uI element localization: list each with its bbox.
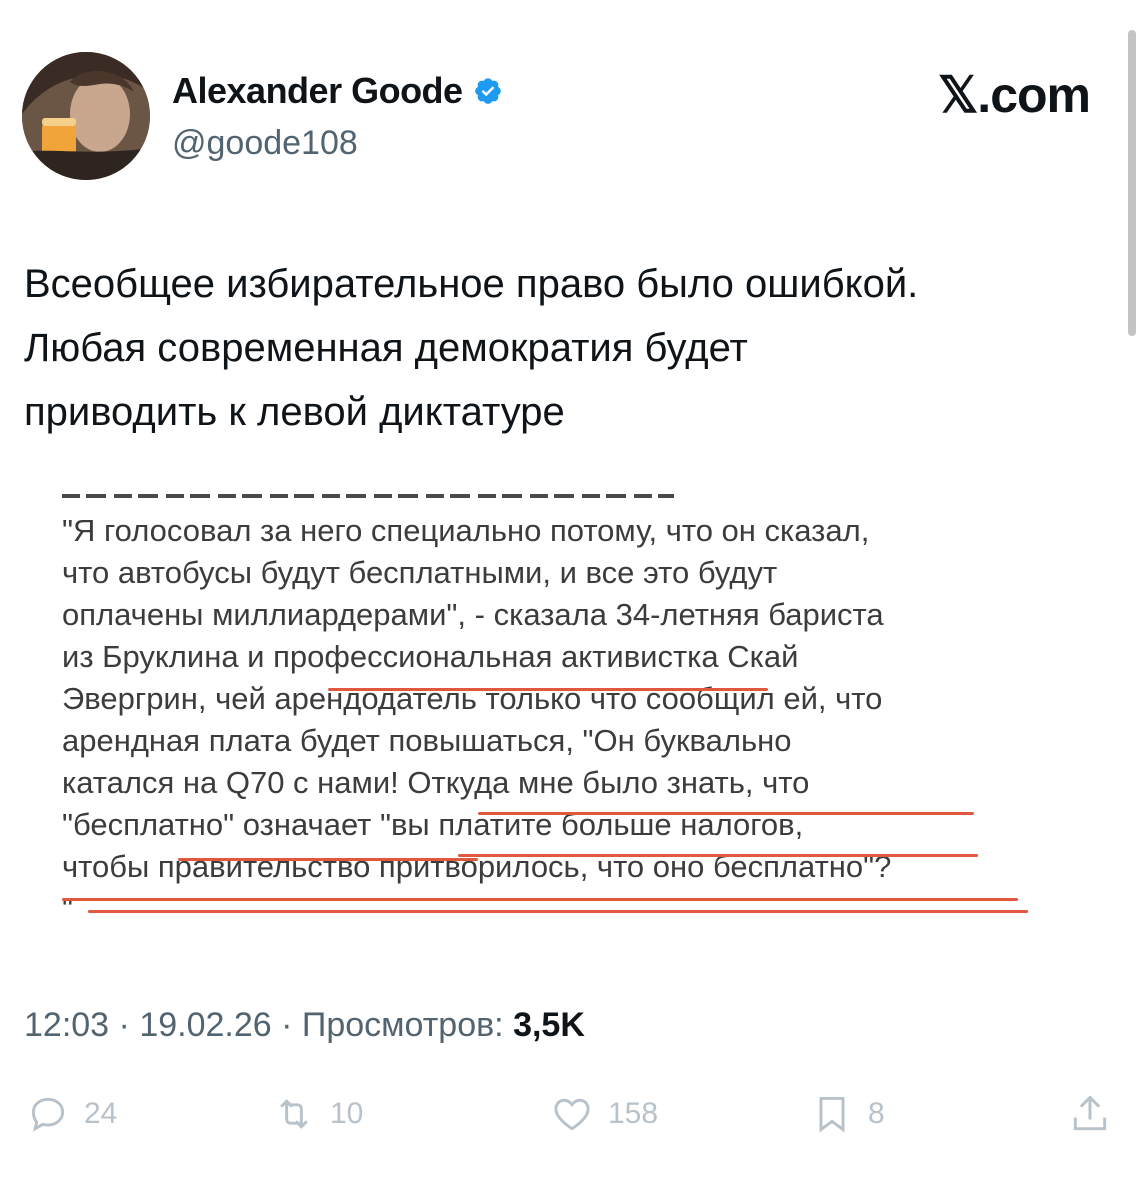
tweet-action-bar: 24 10 158 8 <box>0 1092 1142 1152</box>
red-underline <box>328 688 768 691</box>
x-logo: 𝕏.com <box>938 67 1091 123</box>
image-text-line: что автобусы будут бесплатными, и все эт… <box>62 555 778 590</box>
author-handle[interactable]: @goode108 <box>172 124 358 163</box>
bookmark-count: 8 <box>868 1097 885 1130</box>
image-text-line: катался на Q70 с нами! Откуда мне было з… <box>62 765 810 800</box>
cropped-text-line <box>62 488 674 500</box>
verified-badge-icon <box>474 78 501 104</box>
image-text-line: из Бруклина и профессиональная активистк… <box>62 639 799 674</box>
reply-count: 24 <box>84 1097 118 1130</box>
image-text-line: " <box>62 891 74 926</box>
scrollbar[interactable] <box>1128 30 1136 336</box>
share-button[interactable] <box>1068 1092 1112 1136</box>
author-name[interactable]: Alexander Goode <box>172 70 503 112</box>
like-count: 158 <box>608 1097 659 1130</box>
attached-image[interactable]: "Я голосовал за него специально потому, … <box>38 478 1098 948</box>
repost-count: 10 <box>330 1097 364 1130</box>
views-count: 3,5K <box>513 1006 585 1044</box>
red-underline <box>62 898 1018 901</box>
tweet-metadata: 12:03 · 19.02.26 · Просмотров: 3,5K <box>24 1006 585 1045</box>
author-avatar[interactable] <box>22 52 150 180</box>
image-text-line: оплачены миллиардерами", - сказала 34-ле… <box>62 597 884 632</box>
tweet-text-line: Любая современная демократия будет <box>24 326 748 370</box>
image-text-line: арендная плата будет повышаться, "Он бук… <box>62 723 792 758</box>
image-text-line: Эвергрин, чей арендодатель только что со… <box>62 681 883 716</box>
repost-button[interactable]: 10 <box>272 1092 363 1136</box>
tweet-text-line: Всеобщее избирательное право было ошибко… <box>24 262 919 306</box>
image-text-line: "Я голосовал за него специально потому, … <box>62 513 870 548</box>
red-underline <box>458 854 978 857</box>
image-text-line: "бесплатно" означает "вы платите больше … <box>62 807 804 842</box>
repost-icon <box>280 1099 308 1129</box>
meta-separator: · <box>118 1006 130 1044</box>
red-underline <box>88 910 1028 913</box>
red-underline <box>178 858 478 861</box>
red-underline <box>478 812 974 815</box>
like-button[interactable]: 158 <box>550 1092 658 1136</box>
reply-button[interactable]: 24 <box>26 1092 117 1136</box>
tweet-time[interactable]: 12:03 <box>24 1006 109 1044</box>
image-text-line: чтобы правительство притворилось, что он… <box>62 849 892 884</box>
tweet-text: Всеобщее избирательное право было ошибко… <box>24 252 1114 444</box>
meta-separator: · <box>281 1006 293 1044</box>
tweet-date[interactable]: 19.02.26 <box>139 1006 271 1044</box>
reply-icon <box>31 1097 65 1132</box>
views-label: Просмотров: <box>301 1006 504 1044</box>
like-icon <box>554 1098 590 1131</box>
attached-image-text: "Я голосовал за него специально потому, … <box>62 510 891 930</box>
user-avatar-photo-icon <box>22 52 150 180</box>
tweet-text-line: приводить к левой диктатуре <box>24 390 565 434</box>
author-display-name[interactable]: Alexander Goode <box>172 70 463 112</box>
bookmark-button[interactable]: 8 <box>810 1092 885 1136</box>
bookmark-icon <box>819 1096 845 1133</box>
share-icon <box>1073 1095 1107 1131</box>
